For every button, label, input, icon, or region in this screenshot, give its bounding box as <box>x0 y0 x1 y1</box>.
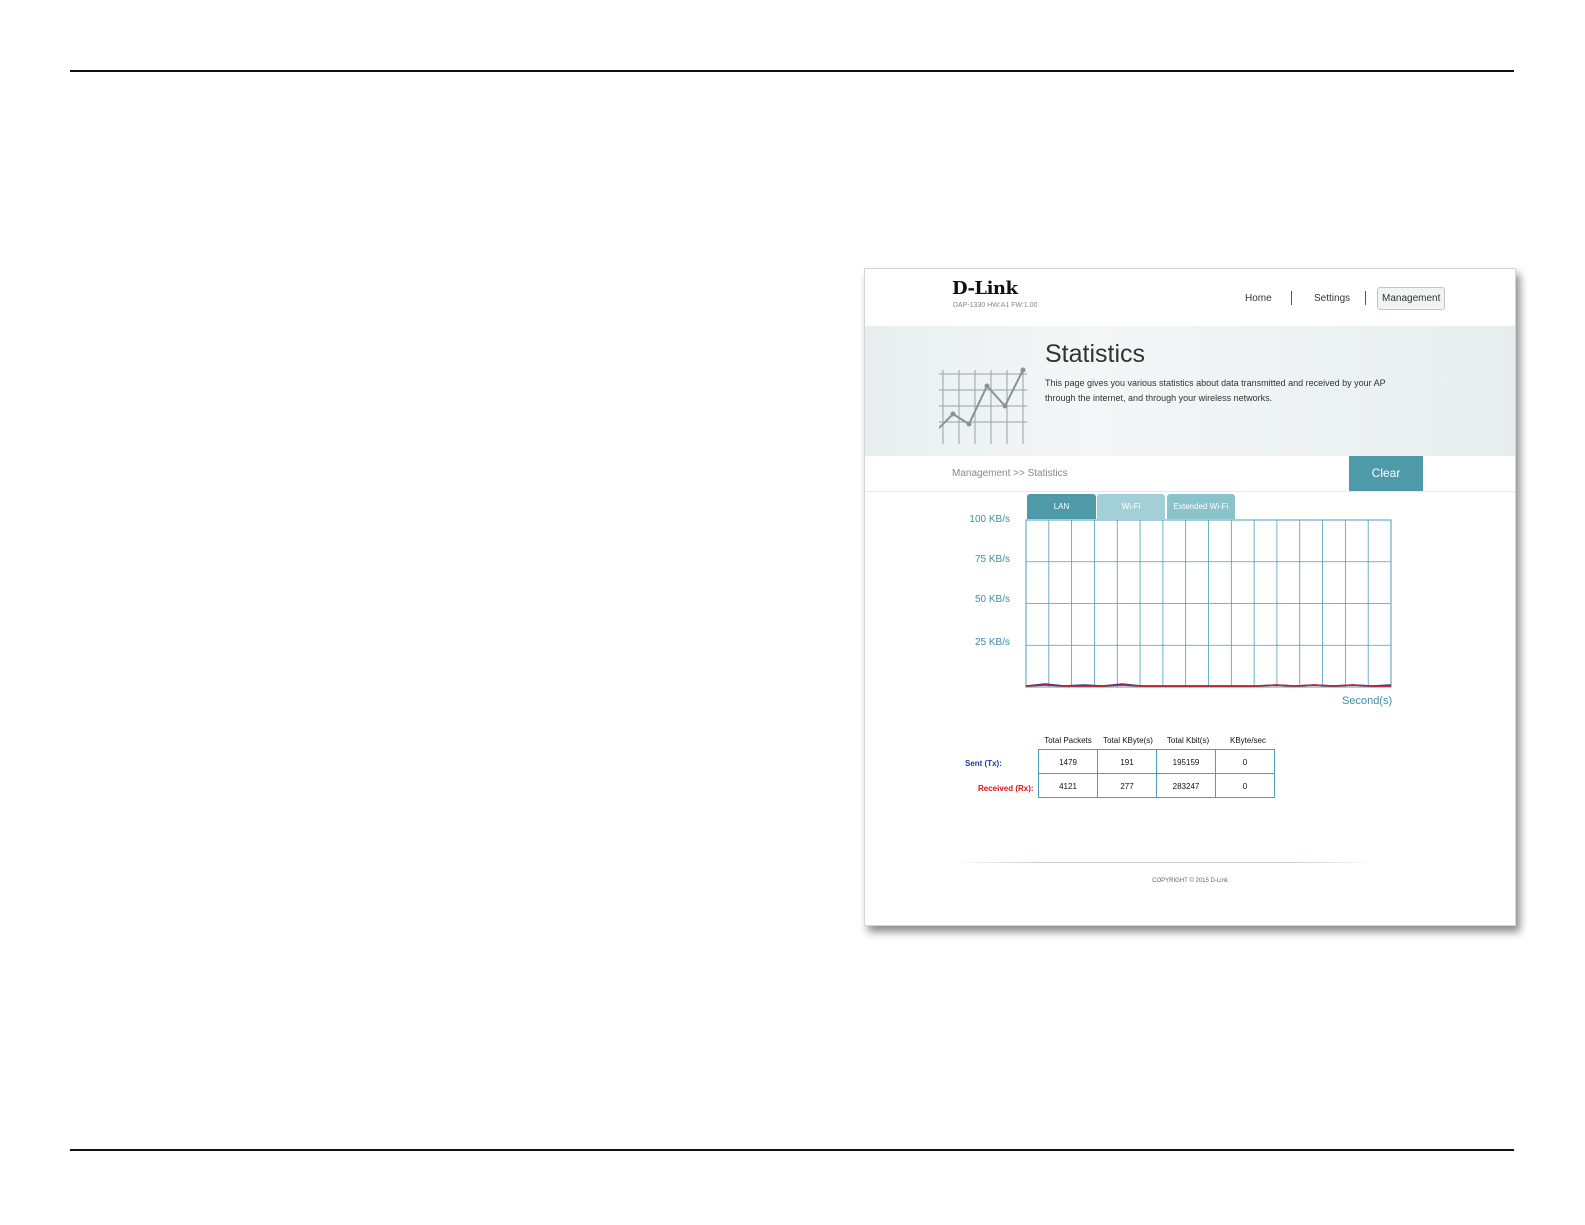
clear-button[interactable]: Clear <box>1349 456 1423 491</box>
nav-management[interactable]: Management <box>1377 287 1446 310</box>
breadcrumb-bar: Management >> Statistics Clear <box>865 456 1515 492</box>
footer-divider <box>955 862 1375 863</box>
page-top-rule <box>70 70 1514 72</box>
row-label-sent: Sent (Tx): <box>965 759 1002 768</box>
page-description: This page gives you various statistics a… <box>1045 378 1386 403</box>
app-header: D-Link DAP-1330 HW:A1 FW:1.00 Home Setti… <box>865 269 1515 327</box>
y-axis-label: 100 KB/s <box>969 514 1010 525</box>
table-cell: 195159 <box>1156 749 1216 774</box>
tab-extended-wifi[interactable]: Extended Wi-Fi <box>1167 494 1235 519</box>
page-banner: Statistics This page gives you various s… <box>865 326 1515 456</box>
column-header: KByte/sec <box>1229 736 1266 745</box>
y-axis-label: 75 KB/s <box>974 554 1010 565</box>
throughput-chart <box>1025 519 1392 688</box>
model-info: DAP-1330 HW:A1 FW:1.00 <box>953 302 1038 309</box>
page-bottom-rule <box>70 1149 1514 1151</box>
column-header: Total KByte(s) <box>1103 736 1153 745</box>
page-title: Statistics <box>1045 340 1146 368</box>
nav-settings[interactable]: Settings <box>1314 293 1350 304</box>
y-axis-label: 25 KB/s <box>974 637 1010 648</box>
table-cell: 191 <box>1097 749 1157 774</box>
breadcrumb: Management >> Statistics <box>952 468 1068 479</box>
column-header: Total Packets <box>1044 736 1092 745</box>
table-cell: 277 <box>1097 773 1157 798</box>
row-label-received: Received (Rx): <box>978 784 1034 793</box>
dlink-logo: D-Link <box>952 278 1018 299</box>
table-cell: 1479 <box>1038 749 1098 774</box>
column-header: Total Kbit(s) <box>1166 736 1210 745</box>
x-axis-unit: Second(s) <box>1342 695 1393 707</box>
nav-separator <box>1365 291 1366 305</box>
tab-wifi[interactable]: Wi-Fi <box>1097 494 1165 519</box>
statistics-chart-icon <box>939 367 1027 444</box>
nav-home[interactable]: Home <box>1245 293 1272 304</box>
table-cell: 0 <box>1215 749 1275 774</box>
table-cell: 0 <box>1215 773 1275 798</box>
nav-separator <box>1291 291 1292 305</box>
y-axis-label: 50 KB/s <box>974 594 1010 605</box>
table-cell: 283247 <box>1156 773 1216 798</box>
tab-lan[interactable]: LAN <box>1027 494 1096 519</box>
copyright: COPYRIGHT © 2015 D-Link <box>1152 878 1228 884</box>
router-statistics-screenshot: D-Link DAP-1330 HW:A1 FW:1.00 Home Setti… <box>864 268 1516 926</box>
table-cell: 4121 <box>1038 773 1098 798</box>
